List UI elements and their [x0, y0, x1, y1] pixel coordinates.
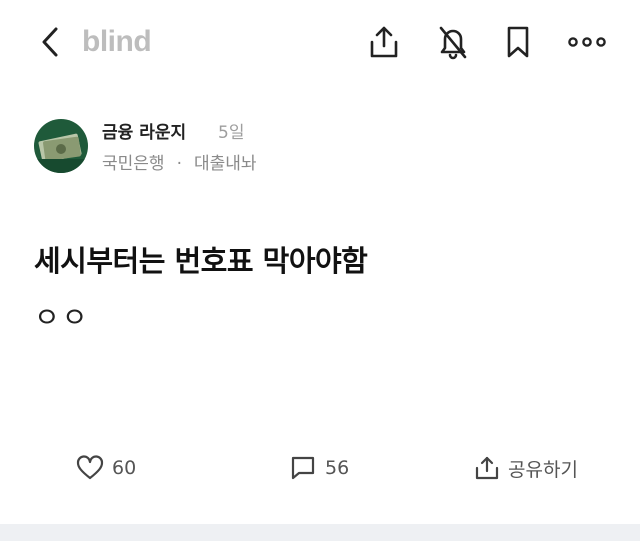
share-icon — [475, 456, 499, 480]
share-label: 공유하기 — [508, 458, 578, 481]
blind-logo: blind — [82, 25, 152, 58]
share-button[interactable] — [366, 22, 402, 62]
more-icon — [568, 37, 606, 47]
bookmark-icon — [507, 26, 529, 58]
share-post-button[interactable]: 공유하기 — [474, 448, 578, 488]
comment-icon — [291, 456, 315, 480]
post-actions: 60 56 공유하기 — [0, 448, 640, 488]
avatar[interactable] — [34, 119, 88, 173]
bottom-divider — [0, 524, 640, 541]
author-name[interactable]: 금융 라운지 — [102, 118, 186, 143]
back-button[interactable] — [32, 24, 68, 60]
comment-button[interactable]: 56 — [289, 448, 349, 488]
heart-icon — [76, 455, 104, 480]
board-name[interactable]: 대출내놔 — [194, 154, 257, 174]
author-meta: 국민은행 · 대출내놔 — [102, 149, 257, 174]
chevron-left-icon — [42, 27, 58, 57]
comment-count: 56 — [325, 457, 350, 479]
like-count: 60 — [112, 457, 137, 479]
post-body: ㅇㅇ — [34, 301, 90, 334]
money-image-icon — [34, 119, 88, 173]
post-title: 세시부터는 번호표 막아야함 — [34, 244, 368, 278]
share-icon — [370, 26, 398, 58]
more-button[interactable] — [566, 22, 608, 62]
like-button[interactable]: 60 — [76, 448, 136, 488]
bookmark-button[interactable] — [500, 22, 536, 62]
post-time: 5일 — [218, 123, 245, 143]
top-bar: blind — [0, 0, 640, 86]
company-name: 국민은행 — [102, 154, 165, 174]
notification-button[interactable] — [435, 22, 471, 62]
meta-separator: · — [176, 154, 182, 174]
notification-off-icon — [439, 26, 467, 60]
